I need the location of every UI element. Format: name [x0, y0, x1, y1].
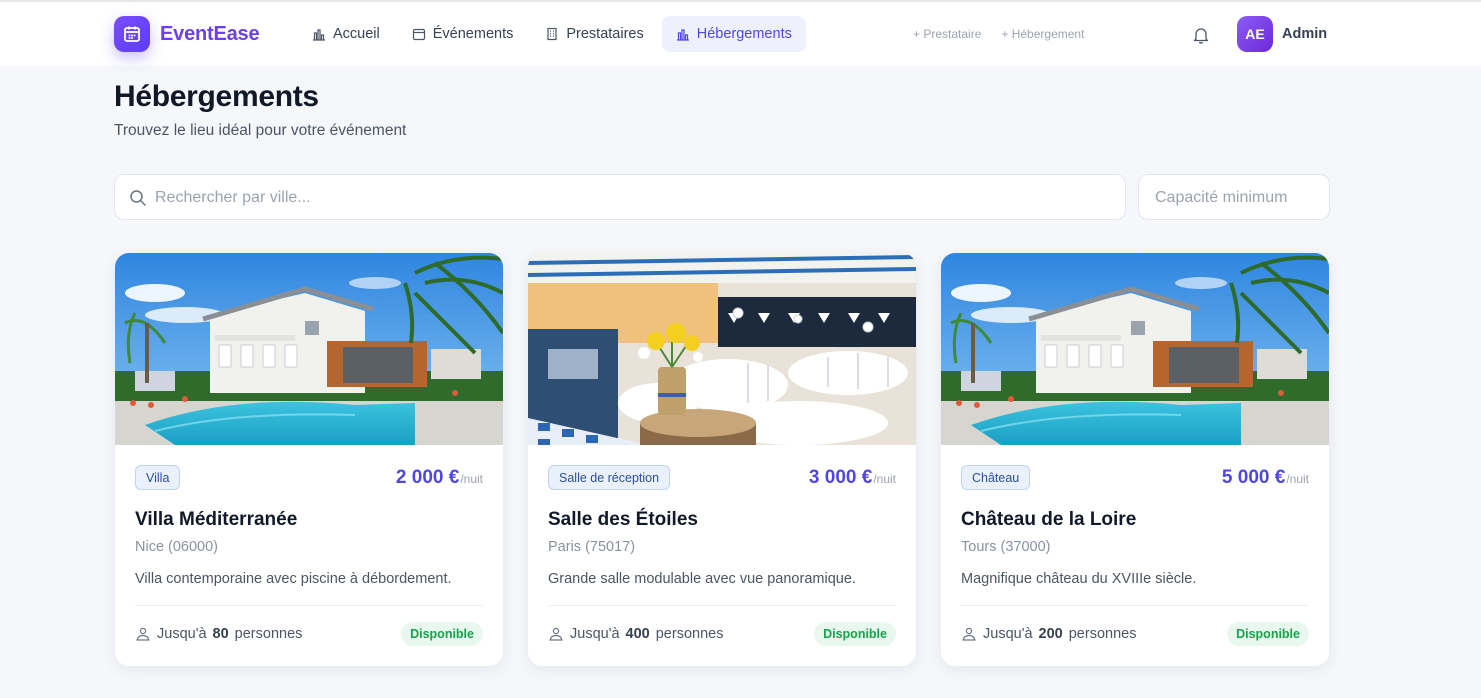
- venue-price: 2 000 € /nuit: [396, 467, 483, 489]
- brand-logo[interactable]: EventEase: [114, 16, 260, 52]
- search-icon: [130, 190, 146, 206]
- venue-photo: [528, 253, 916, 445]
- venue-price: 3 000 € /nuit: [809, 467, 896, 489]
- venue-card[interactable]: Salle de réception 3 000 € /nuit Salle d…: [528, 253, 916, 666]
- capacity-prefix: Jusqu'à: [157, 626, 207, 642]
- people-icon: [549, 627, 563, 641]
- venue-description: Magnifique château du XVIIIe siècle.: [961, 571, 1197, 587]
- capacity-min-input[interactable]: [1155, 187, 1315, 209]
- price-amount: 3 000 €: [808, 467, 873, 488]
- avatar: AE: [1237, 16, 1273, 52]
- venue-capacity: Jusqu'à 80 personnes: [135, 626, 302, 642]
- venue-price: 5 000 € /nuit: [1222, 467, 1309, 489]
- top-navbar: EventEase Accueil Événements Prestataire…: [0, 2, 1481, 66]
- price-amount: 2 000 €: [395, 467, 460, 488]
- venue-city: Paris (75017): [548, 539, 636, 555]
- venue-card[interactable]: Villa 2 000 € /nuit Villa Méditerranée N…: [115, 253, 503, 666]
- people-icon: [136, 627, 150, 641]
- venue-capacity: Jusqu'à 400 personnes: [548, 626, 723, 642]
- capacity-value: 400: [625, 626, 650, 642]
- venue-photo: [941, 253, 1329, 445]
- card-divider: [548, 605, 896, 606]
- nav-item-accueil[interactable]: Accueil: [298, 16, 394, 52]
- chart-icon: [676, 29, 689, 41]
- venue-capacity: Jusqu'à 200 personnes: [961, 626, 1136, 642]
- capacity-value: 80: [212, 626, 229, 642]
- user-menu[interactable]: AE Admin: [1237, 16, 1327, 52]
- venue-title: Château de la Loire: [961, 509, 1137, 530]
- status-badge: Disponible: [401, 622, 483, 646]
- card-divider: [961, 605, 1309, 606]
- venue-city: Nice (06000): [135, 539, 219, 555]
- venue-description: Grande salle modulable avec vue panorami…: [548, 571, 856, 587]
- card-divider: [135, 605, 483, 606]
- add-hebergement-link[interactable]: + Hébergement: [1001, 27, 1084, 41]
- people-icon: [962, 627, 976, 641]
- nav-label: Hébergements: [696, 26, 792, 42]
- capacity-filter: [1138, 174, 1330, 220]
- nav-label: Accueil: [333, 26, 380, 42]
- capacity-prefix: Jusqu'à: [983, 626, 1033, 642]
- quick-actions: + Prestataire + Hébergement: [913, 27, 1084, 41]
- capacity-prefix: Jusqu'à: [570, 626, 620, 642]
- status-badge: Disponible: [814, 622, 896, 646]
- venue-type-badge: Salle de réception: [548, 465, 671, 490]
- calendar-logo-icon: [114, 16, 150, 52]
- capacity-suffix: personnes: [234, 626, 303, 642]
- brand-name: EventEase: [160, 22, 260, 45]
- main-nav: Accueil Événements Prestataires Hébergem…: [298, 16, 806, 52]
- venue-city: Tours (37000): [961, 539, 1051, 555]
- capacity-suffix: personnes: [655, 626, 724, 642]
- nav-item-prestataires[interactable]: Prestataires: [531, 16, 657, 52]
- page-subtitle: Trouvez le lieu idéal pour votre événeme…: [114, 122, 407, 139]
- city-search-input[interactable]: [155, 187, 1095, 209]
- capacity-suffix: personnes: [1068, 626, 1137, 642]
- status-badge: Disponible: [1227, 622, 1309, 646]
- venue-photo: [115, 253, 503, 445]
- price-unit: /nuit: [873, 472, 896, 486]
- user-name: Admin: [1282, 26, 1328, 42]
- add-prestataire-link[interactable]: + Prestataire: [913, 27, 981, 41]
- venue-title: Villa Méditerranée: [135, 509, 298, 530]
- price-amount: 5 000 €: [1221, 467, 1286, 488]
- venue-type-badge: Château: [961, 465, 1031, 490]
- nav-item-evenements[interactable]: Événements: [398, 16, 528, 52]
- venue-description: Villa contemporaine avec piscine à débor…: [135, 571, 452, 587]
- building-icon: [547, 27, 557, 41]
- nav-label: Prestataires: [566, 26, 644, 42]
- nav-item-hebergements[interactable]: Hébergements: [661, 16, 806, 52]
- price-unit: /nuit: [1286, 472, 1309, 486]
- calendar-icon: [412, 28, 425, 41]
- chart-icon: [313, 29, 325, 41]
- price-unit: /nuit: [460, 472, 483, 486]
- page-title: Hébergements: [114, 80, 319, 113]
- search-box: [114, 174, 1126, 220]
- venue-title: Salle des Étoiles: [548, 509, 698, 530]
- capacity-value: 200: [1038, 626, 1063, 642]
- venue-card[interactable]: Château 5 000 € /nuit Château de la Loir…: [941, 253, 1329, 666]
- bell-icon[interactable]: [1191, 25, 1211, 45]
- venue-type-badge: Villa: [135, 465, 181, 490]
- nav-label: Événements: [432, 26, 514, 42]
